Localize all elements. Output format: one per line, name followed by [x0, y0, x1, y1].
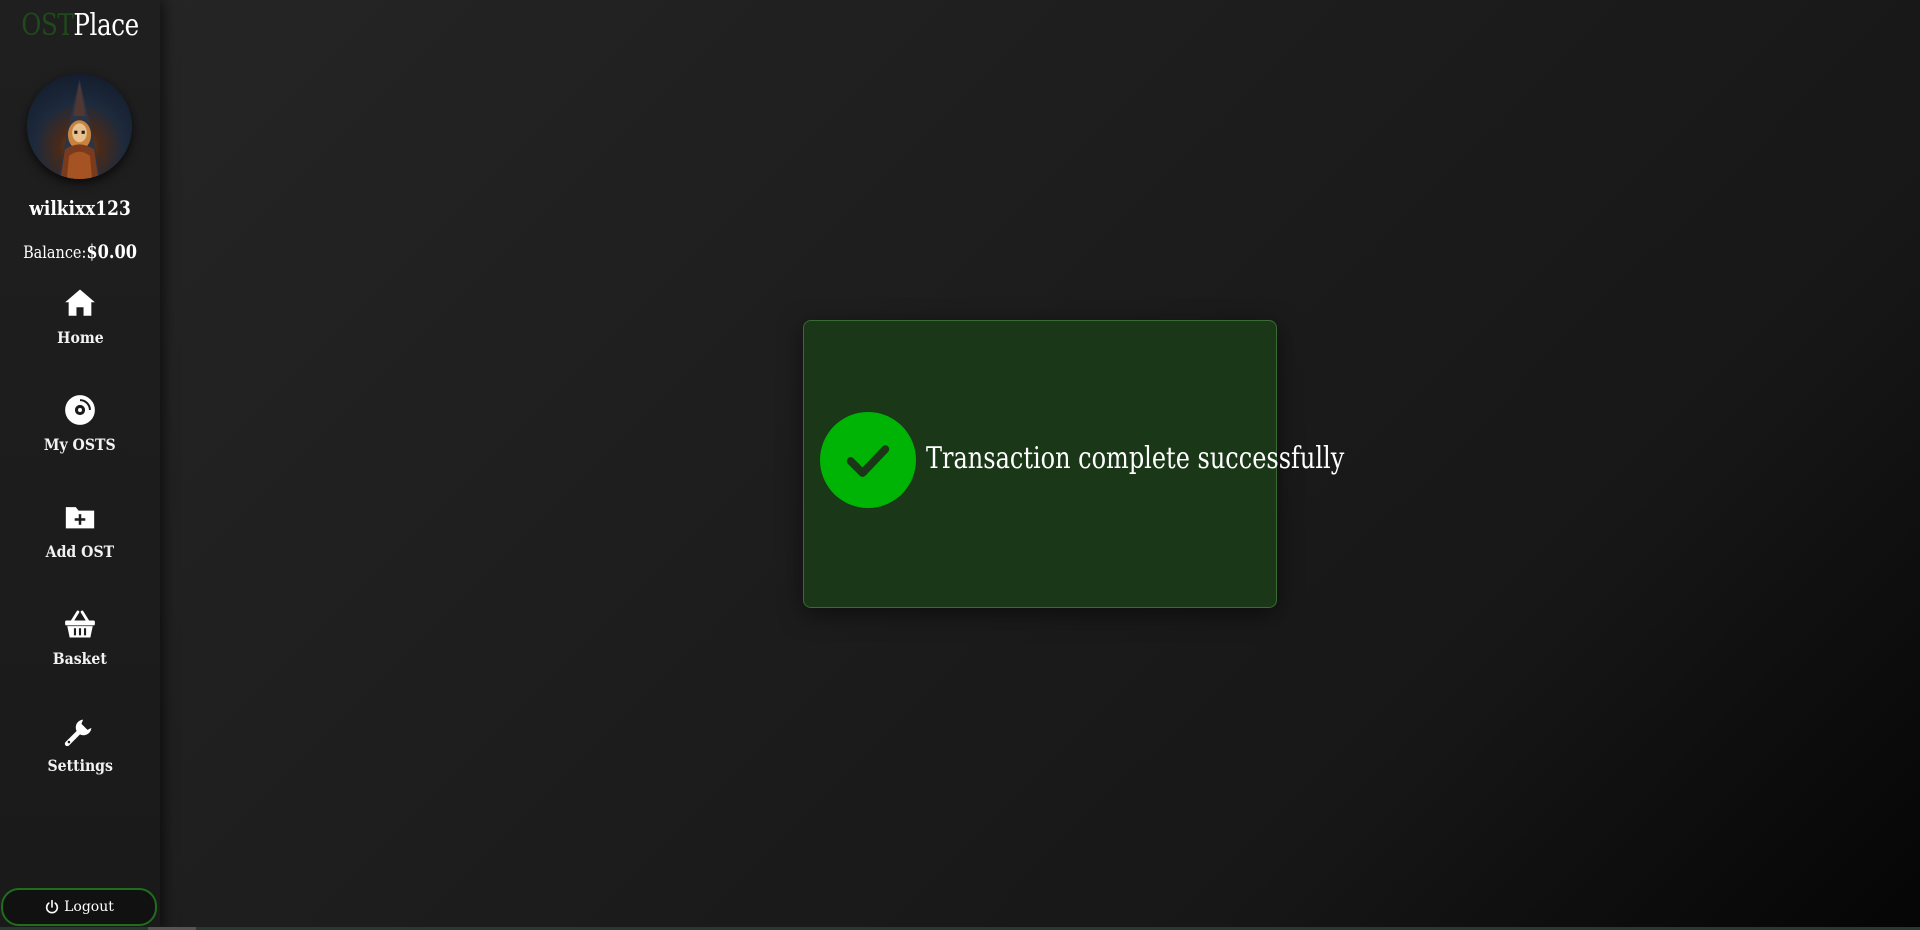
basket-icon: [65, 610, 95, 638]
success-modal: Transaction complete successfully: [803, 320, 1345, 608]
app-root: OSTPlace wilkixx123 Balance:$0.00 Home M…: [0, 0, 1920, 930]
nav-label-basket: Basket: [52, 649, 108, 668]
username: wilkixx123: [29, 196, 131, 220]
nav-label-settings: Settings: [47, 756, 113, 775]
logout-button[interactable]: Logout: [1, 888, 157, 926]
success-indicator: [820, 412, 916, 508]
nav-item-my-osts[interactable]: My OSTS: [0, 393, 160, 483]
nav-label-home: Home: [56, 328, 104, 347]
nav-label-add-ost: Add OST: [45, 542, 115, 561]
balance: Balance:$0.00: [12, 241, 148, 263]
logo-place-text: Place: [73, 8, 139, 43]
disc-icon: [65, 395, 95, 425]
nav-item-add-ost[interactable]: Add OST: [0, 500, 160, 590]
wrench-icon: [64, 719, 92, 747]
app-logo[interactable]: OSTPlace: [14, 8, 145, 43]
home-icon: [65, 289, 95, 316]
nav-item-basket[interactable]: Basket: [0, 607, 160, 697]
nav-label-my-osts: My OSTS: [44, 435, 116, 454]
nav-item-settings[interactable]: Settings: [0, 714, 160, 804]
power-icon: [46, 899, 59, 914]
avatar[interactable]: [27, 74, 132, 179]
sidebar: OSTPlace wilkixx123 Balance:$0.00 Home M…: [0, 0, 160, 930]
check-icon: [846, 445, 890, 477]
nav-item-home[interactable]: Home: [0, 286, 160, 376]
success-message: Transaction complete successfully: [926, 441, 1345, 476]
balance-value: $0.00: [86, 241, 137, 263]
balance-label: Balance:: [23, 243, 87, 263]
avatar-image: [58, 79, 101, 179]
logo-ost-text: OST: [21, 8, 74, 43]
logout-label: Logout: [64, 899, 114, 915]
folder-plus-icon: [65, 507, 95, 529]
